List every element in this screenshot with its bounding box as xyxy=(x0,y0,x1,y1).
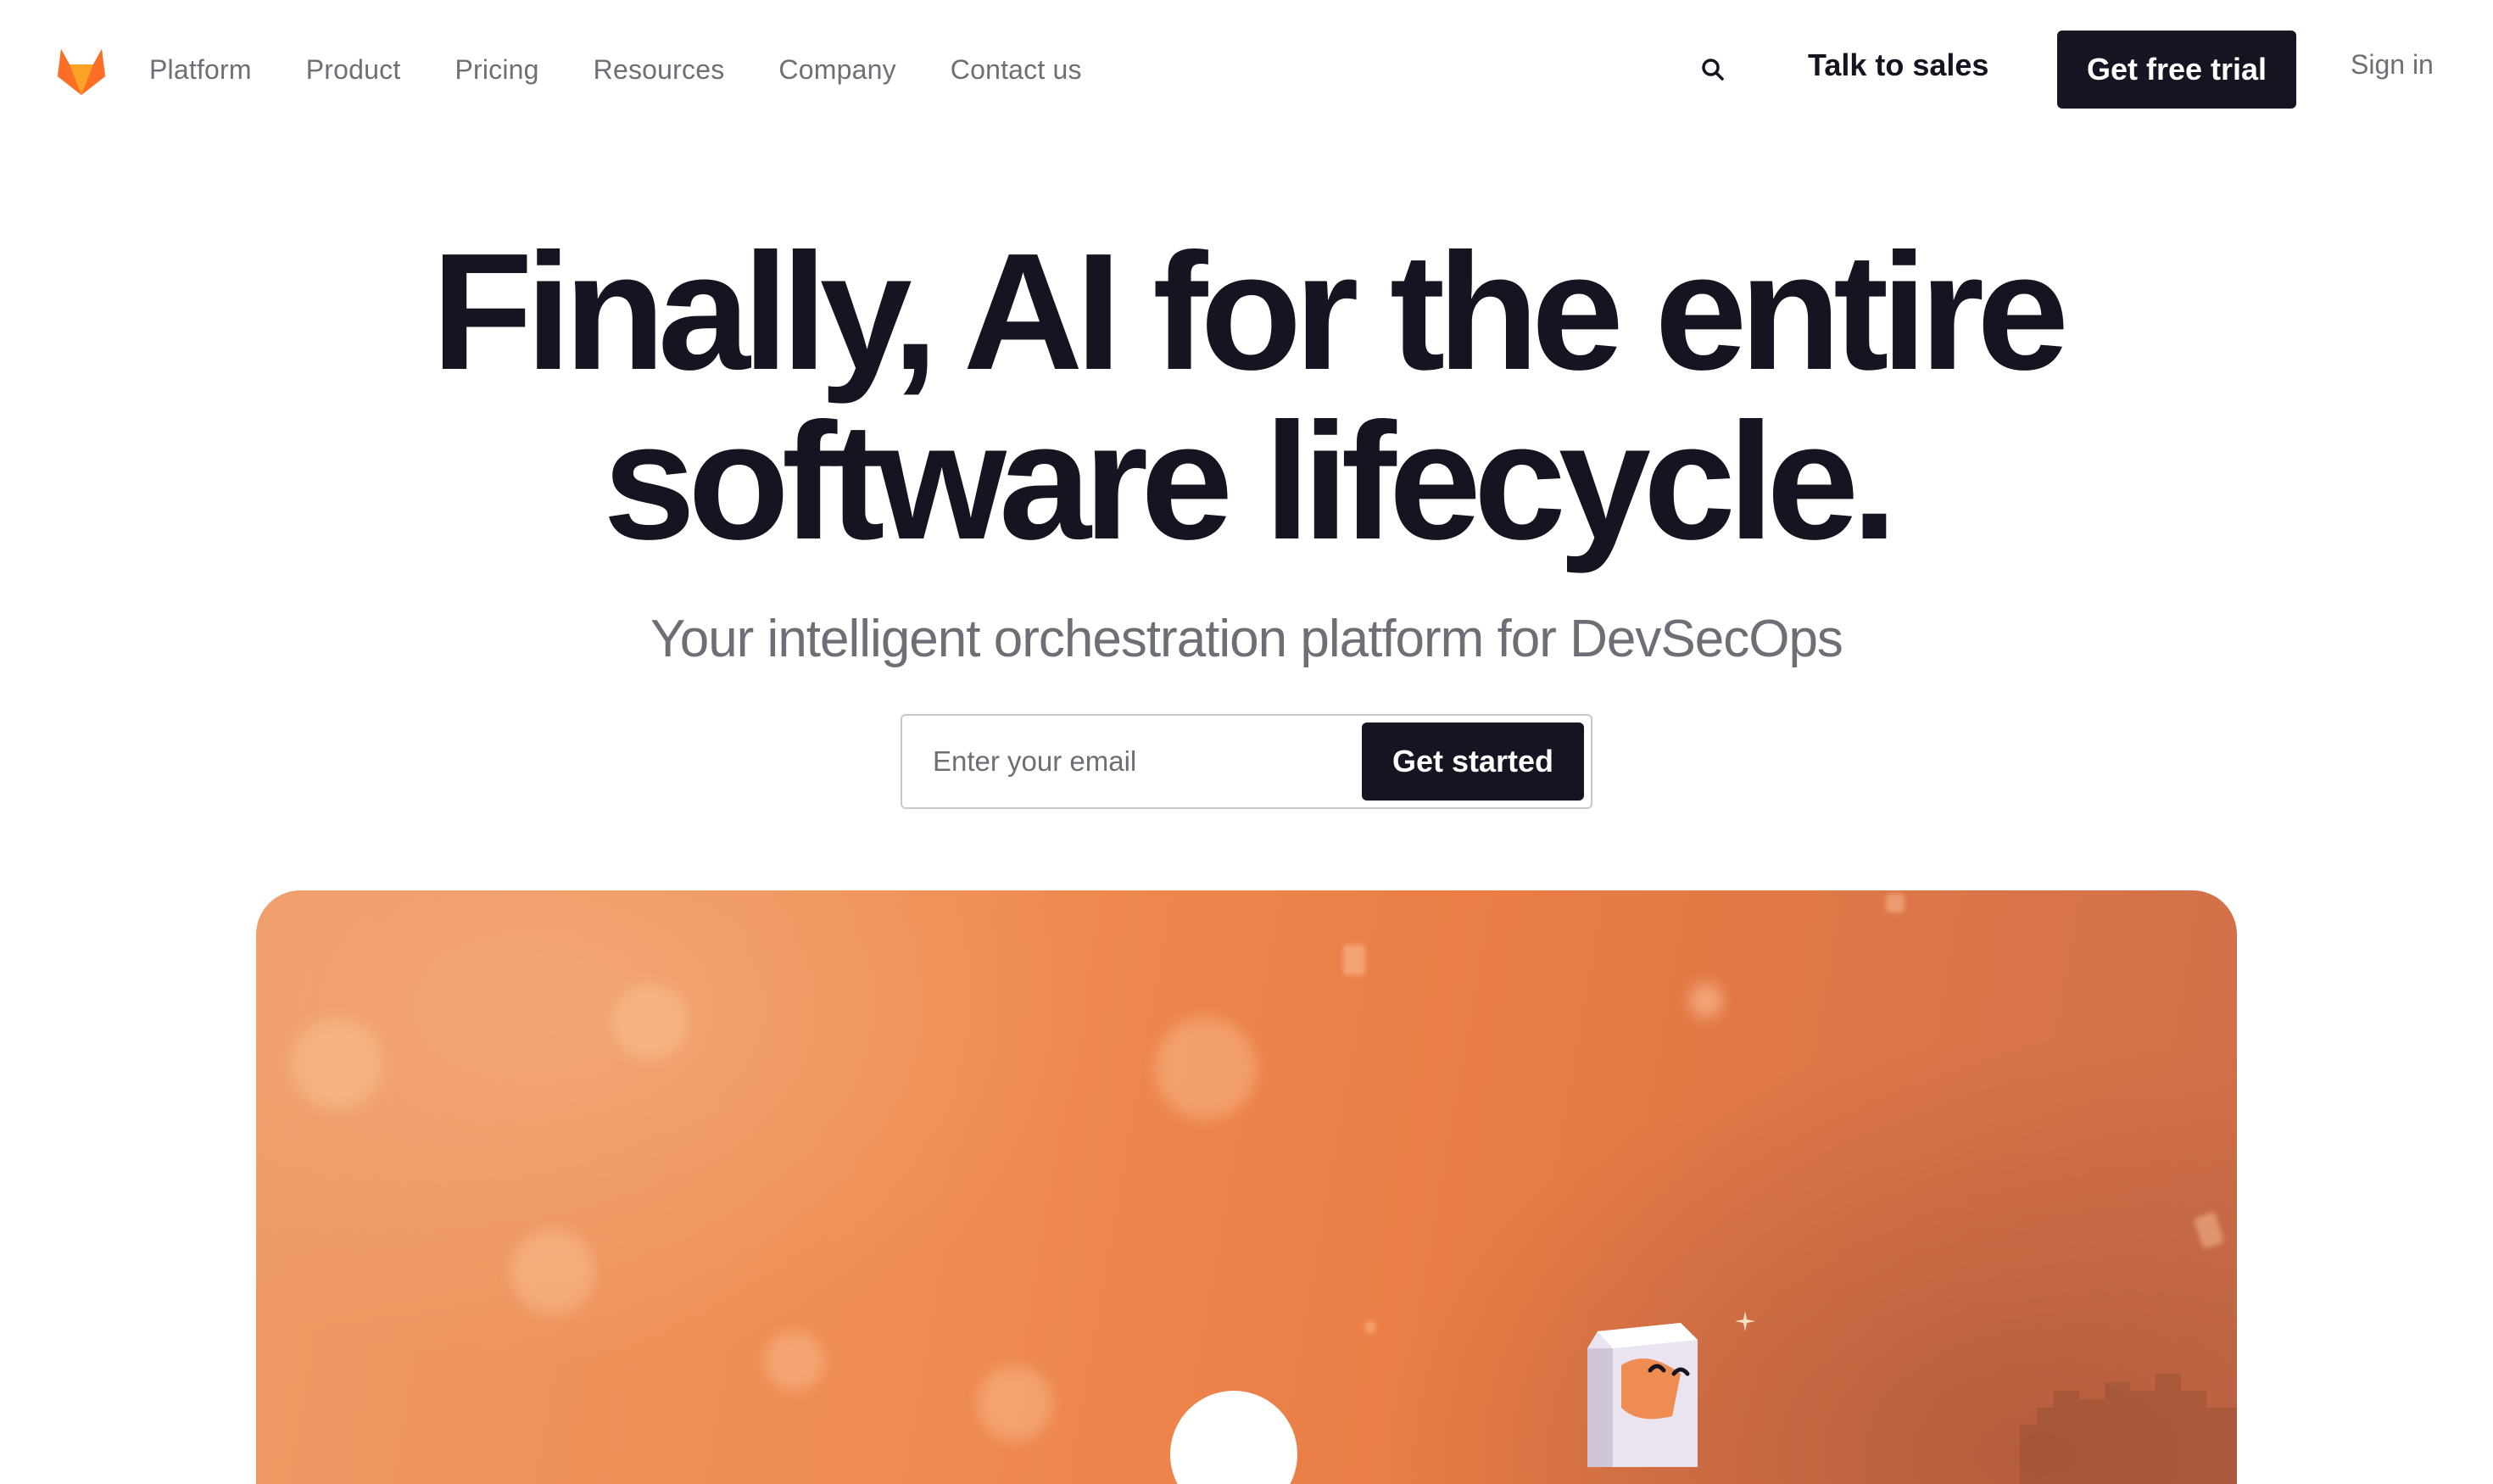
email-input[interactable] xyxy=(916,731,1340,792)
talk-to-sales-link[interactable]: Talk to sales xyxy=(1808,47,1988,83)
sparkle-icon xyxy=(1735,1311,1755,1331)
nav-item-company[interactable]: Company xyxy=(778,54,895,86)
play-video-button[interactable] xyxy=(1170,1391,1297,1484)
hero-title-line-1: Finally, AI for the entire xyxy=(431,219,2069,404)
pixel-hills-illustration xyxy=(2020,1374,2237,1484)
top-navigation: Platform Product Pricing Resources Compa… xyxy=(0,0,2493,139)
bokeh-light xyxy=(765,1331,824,1391)
bokeh-light xyxy=(612,984,689,1060)
bokeh-light xyxy=(290,1018,383,1111)
tanuki-cube-mascot xyxy=(1587,1323,1698,1467)
nav-item-contact-us[interactable]: Contact us xyxy=(951,54,1082,86)
bokeh-light xyxy=(977,1365,1053,1442)
bokeh-light xyxy=(510,1230,595,1314)
bokeh-light xyxy=(1155,1018,1257,1119)
hero-media-panel xyxy=(256,890,2237,1484)
bokeh-light xyxy=(1689,984,1723,1018)
hero-subtitle: Your intelligent orchestration platform … xyxy=(650,610,1843,668)
email-signup-form: Get started xyxy=(901,714,1592,809)
floating-particle xyxy=(2193,1211,2225,1250)
hero-title: Finally, AI for the entire software life… xyxy=(0,227,2493,566)
floating-particle xyxy=(1886,894,1905,912)
gitlab-logo-icon[interactable] xyxy=(53,41,110,98)
nav-item-pricing[interactable]: Pricing xyxy=(455,54,538,86)
hero-title-line-2: software lifecycle. xyxy=(603,388,1898,574)
floating-particle xyxy=(1365,1321,1375,1333)
get-free-trial-button[interactable]: Get free trial xyxy=(2057,31,2296,109)
nav-item-resources[interactable]: Resources xyxy=(594,54,725,86)
search-icon xyxy=(1702,59,1724,81)
floating-particle xyxy=(1343,945,1365,975)
nav-item-product[interactable]: Product xyxy=(306,54,401,86)
sign-in-link[interactable]: Sign in xyxy=(2351,49,2434,81)
primary-nav: Platform Product Pricing Resources Compa… xyxy=(149,49,1136,90)
search-button[interactable] xyxy=(1699,53,1726,86)
get-started-button[interactable]: Get started xyxy=(1362,722,1584,801)
nav-item-platform[interactable]: Platform xyxy=(149,54,252,86)
